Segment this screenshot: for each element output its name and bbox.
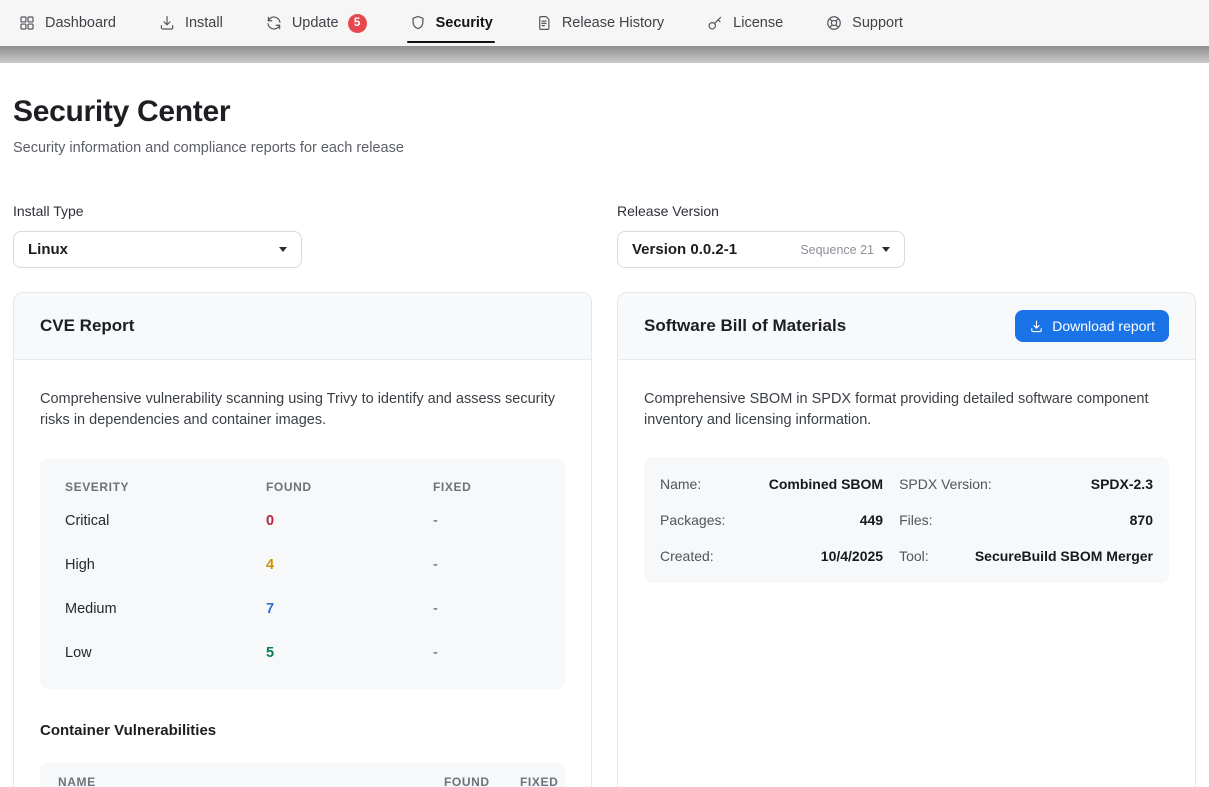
detail-value: 870 [933, 512, 1153, 528]
lifebuoy-icon [825, 14, 843, 32]
severity-fixed-count: - [433, 601, 540, 617]
scroll-shadow-divider [0, 46, 1209, 63]
tab-support[interactable]: Support [825, 0, 903, 46]
cve-report-header: CVE Report [14, 293, 591, 360]
table-row: Name: Combined SBOM SPDX Version: SPDX-2… [660, 466, 1153, 502]
severity-fixed-count: - [433, 513, 540, 529]
download-report-label: Download report [1052, 318, 1155, 334]
tab-label: License [733, 15, 783, 31]
release-version-label: Release Version [617, 203, 1196, 219]
container-vulnerabilities-title: Container Vulnerabilities [40, 722, 565, 739]
shield-icon [409, 14, 427, 32]
severity-fixed-count: - [433, 645, 540, 661]
download-icon [1029, 319, 1044, 334]
detail-value: SecureBuild SBOM Merger [929, 548, 1153, 564]
sbom-body: Comprehensive SBOM in SPDX format provid… [618, 360, 1195, 583]
column-header-fixed: FIXED [433, 480, 540, 494]
key-icon [706, 14, 724, 32]
detail-value: 449 [725, 512, 883, 528]
page-subtitle: Security information and compliance repo… [13, 140, 1196, 156]
tab-dashboard[interactable]: Dashboard [18, 0, 116, 46]
cve-report-card: CVE Report Comprehensive vulnerability s… [13, 292, 592, 787]
detail-label: Tool: [899, 548, 929, 564]
update-count-badge: 5 [348, 14, 367, 33]
tab-install[interactable]: Install [158, 0, 223, 46]
main-content: Security Center Security information and… [0, 95, 1209, 787]
filters-row: Install Type Linux Release Version Versi… [13, 203, 1196, 268]
install-type-value: Linux [28, 241, 271, 258]
table-row: High 4 - [65, 543, 540, 587]
detail-value: Combined SBOM [701, 476, 883, 492]
container-vulnerabilities-table-header: NAME FOUND FIXED [40, 762, 565, 787]
detail-value: SPDX-2.3 [992, 476, 1153, 492]
severity-found-count: 0 [266, 513, 433, 529]
top-navigation: Dashboard Install Update 5 Security Rele… [0, 0, 1209, 46]
sbom-card: Software Bill of Materials Download repo… [617, 292, 1196, 787]
install-type-filter: Install Type Linux [13, 203, 592, 268]
detail-label: Files: [899, 512, 932, 528]
severity-name: High [65, 557, 266, 573]
severity-fixed-count: - [433, 557, 540, 573]
cve-report-title: CVE Report [40, 316, 134, 336]
severity-found-count: 4 [266, 557, 433, 573]
download-report-button[interactable]: Download report [1015, 310, 1169, 342]
install-type-select[interactable]: Linux [13, 231, 302, 268]
release-version-select[interactable]: Version 0.0.2-1 Sequence 21 [617, 231, 905, 268]
document-icon [535, 14, 553, 32]
page-title: Security Center [13, 95, 1196, 129]
release-version-value: Version 0.0.2-1 [632, 241, 800, 258]
table-row: Critical 0 - [65, 499, 540, 543]
column-header-found: FOUND [266, 480, 433, 494]
tab-label: Security [436, 15, 493, 31]
table-row: Low 5 - [65, 631, 540, 675]
chevron-down-icon [279, 247, 287, 252]
detail-label: SPDX Version: [899, 476, 992, 492]
tab-label: Release History [562, 15, 664, 31]
sbom-header: Software Bill of Materials Download repo… [618, 293, 1195, 360]
cve-report-description: Comprehensive vulnerability scanning usi… [40, 389, 565, 432]
tab-label: Update [292, 15, 339, 31]
download-icon [158, 14, 176, 32]
severity-found-count: 5 [266, 645, 433, 661]
tab-label: Install [185, 15, 223, 31]
chevron-down-icon [882, 247, 890, 252]
table-row: Medium 7 - [65, 587, 540, 631]
tab-label: Dashboard [45, 15, 116, 31]
sbom-title: Software Bill of Materials [644, 316, 846, 336]
tab-release-history[interactable]: Release History [535, 0, 664, 46]
severity-table-header: SEVERITY FOUND FIXED [65, 475, 540, 499]
severity-table: SEVERITY FOUND FIXED Critical 0 - High 4… [40, 458, 565, 689]
severity-found-count: 7 [266, 601, 433, 617]
install-type-label: Install Type [13, 203, 592, 219]
column-header-name: NAME [58, 775, 444, 787]
table-row: Packages: 449 Files: 870 [660, 502, 1153, 538]
tab-update[interactable]: Update 5 [265, 0, 367, 46]
dashboard-grid-icon [18, 14, 36, 32]
refresh-icon [265, 14, 283, 32]
tab-license[interactable]: License [706, 0, 783, 46]
sbom-details: Name: Combined SBOM SPDX Version: SPDX-2… [644, 457, 1169, 583]
column-header-fixed: FIXED [520, 775, 555, 787]
release-version-sequence: Sequence 21 [800, 243, 874, 257]
severity-name: Critical [65, 513, 266, 529]
detail-label: Created: [660, 548, 714, 564]
cards-row: CVE Report Comprehensive vulnerability s… [13, 292, 1196, 787]
cve-report-body: Comprehensive vulnerability scanning usi… [14, 360, 591, 787]
column-header-severity: SEVERITY [65, 480, 266, 494]
severity-name: Low [65, 645, 266, 661]
detail-value: 10/4/2025 [714, 548, 883, 564]
column-header-found: FOUND [444, 775, 520, 787]
detail-label: Name: [660, 476, 701, 492]
tab-label: Support [852, 15, 903, 31]
release-version-filter: Release Version Version 0.0.2-1 Sequence… [617, 203, 1196, 268]
tab-security[interactable]: Security [409, 0, 493, 46]
severity-name: Medium [65, 601, 266, 617]
sbom-description: Comprehensive SBOM in SPDX format provid… [644, 389, 1169, 432]
table-row: Created: 10/4/2025 Tool: SecureBuild SBO… [660, 538, 1153, 574]
detail-label: Packages: [660, 512, 725, 528]
